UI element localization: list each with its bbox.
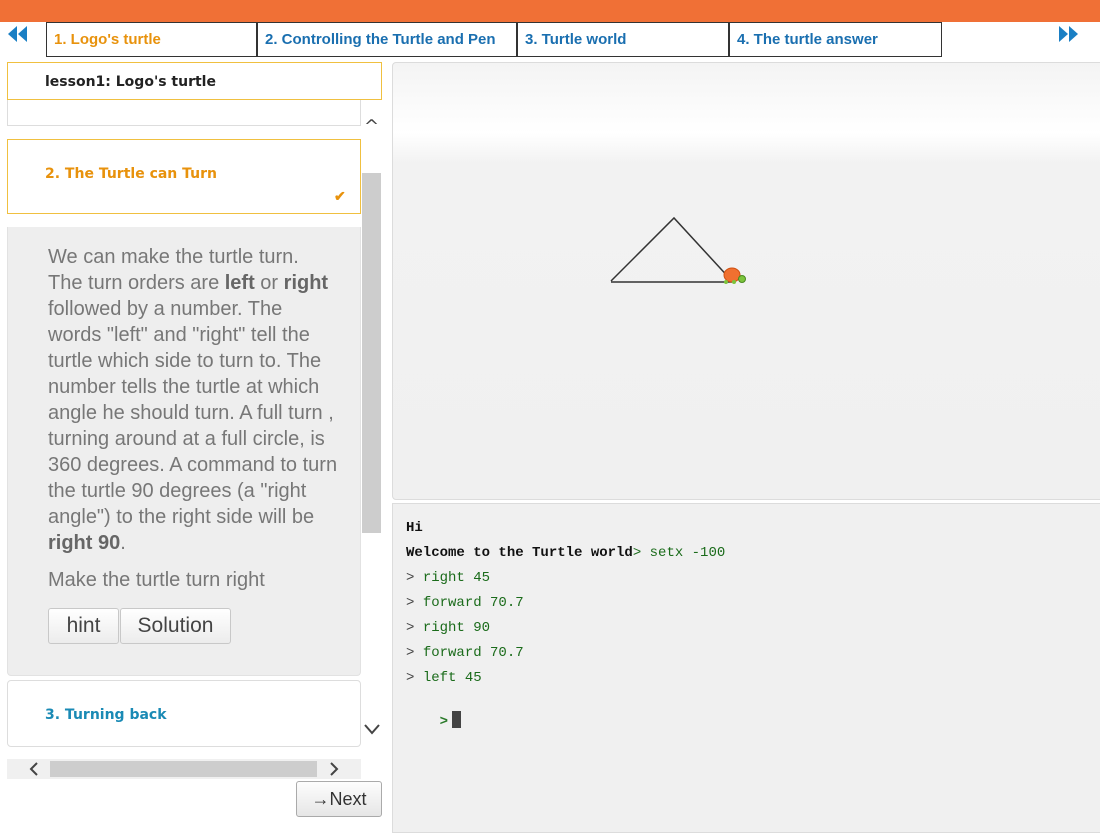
lesson-title: lesson1: Logo's turtle	[45, 74, 216, 90]
console-line: > left 45	[406, 670, 482, 686]
turtle-canvas[interactable]	[392, 62, 1100, 500]
console-line: > forward 70.7	[406, 595, 524, 611]
horizontal-scroll-thumb[interactable]	[50, 761, 317, 777]
command-keyword: right	[283, 272, 329, 294]
chevron-right-icon[interactable]	[327, 762, 341, 776]
console-cursor	[452, 711, 462, 728]
tab-logos-turtle[interactable]: 1. Logo's turtle	[46, 22, 257, 57]
console-input-line[interactable]: >	[406, 695, 462, 746]
console-line: Hi	[406, 520, 423, 536]
console-prompt: >	[439, 714, 449, 730]
chevron-left-icon[interactable]	[27, 762, 41, 776]
lesson-paragraph: We can make the turtle turn. The turn or…	[48, 246, 338, 554]
console-line: > forward 70.7	[406, 645, 524, 661]
next-lesson-button[interactable]	[1056, 24, 1080, 44]
command-keyword: left	[224, 272, 255, 294]
turtle-path	[610, 216, 733, 282]
turtle-drawing	[610, 216, 746, 284]
tab-turtle-world[interactable]: 3. Turtle world	[517, 22, 729, 57]
section-turtle-can-turn[interactable]: 2. The Turtle can Turn ✔	[7, 139, 361, 214]
double-chevron-right-icon	[1059, 26, 1078, 42]
console-line: Welcome to the Turtle world> setx -100	[406, 545, 726, 561]
chevron-down-icon[interactable]	[363, 722, 381, 736]
tab-controlling-turtle[interactable]: 2. Controlling the Turtle and Pen	[257, 22, 517, 57]
section-turning-back[interactable]: 3. Turning back	[7, 680, 361, 747]
console-line: > right 45	[406, 570, 491, 586]
task-prompt: Make the turtle turn right	[48, 569, 265, 591]
section-title: 3. Turning back	[45, 707, 167, 723]
section-body: We can make the turtle turn. The turn or…	[7, 227, 361, 676]
tab-turtle-answer[interactable]: 4. The turtle answer	[729, 22, 942, 57]
chevron-up-icon[interactable]: ^	[364, 116, 379, 137]
command-keyword: right 90	[48, 532, 121, 554]
lesson-header[interactable]: lesson1: Logo's turtle ✔	[7, 62, 382, 115]
console-line: > right 90	[406, 620, 491, 636]
check-icon: ✔	[334, 188, 346, 204]
hint-button[interactable]: hint	[48, 608, 119, 644]
turtle-icon	[723, 267, 746, 284]
next-button[interactable]: →Next	[296, 781, 382, 817]
console[interactable]: Hi Welcome to the Turtle world> setx -100…	[392, 503, 1100, 833]
solution-button[interactable]: Solution	[120, 608, 231, 644]
double-chevron-left-icon	[8, 26, 27, 42]
lesson-section-1-footer	[7, 100, 361, 126]
prev-lesson-button[interactable]	[6, 24, 30, 44]
top-bar	[0, 0, 1100, 22]
section-title: 2. The Turtle can Turn	[45, 166, 217, 182]
vertical-scroll-thumb[interactable]	[362, 173, 381, 533]
